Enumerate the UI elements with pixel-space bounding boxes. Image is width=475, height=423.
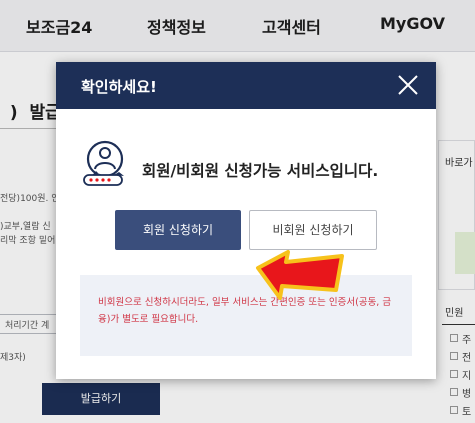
- dialog-title: 확인하세요!: [81, 78, 157, 96]
- guest-apply-button[interactable]: 비회원 신청하기: [249, 210, 377, 250]
- arrow-pointer-icon: [256, 250, 344, 300]
- notice-box: 비회원으로 신청하시더라도, 일부 서비스는 간편인증 또는 인증서(공동, 금…: [80, 275, 412, 356]
- dialog-header: 확인하세요!: [56, 62, 436, 109]
- member-apply-button[interactable]: 회원 신청하기: [115, 210, 241, 250]
- close-button[interactable]: [396, 73, 420, 97]
- dialog-message: 회원/비회원 신청가능 서비스입니다.: [142, 162, 379, 180]
- confirm-dialog: 확인하세요! 회원/비회원 신청가능 서비스입니다. 회원 신청하기 비회원 신…: [56, 62, 436, 379]
- user-search-icon: [83, 140, 124, 186]
- notice-text: 비회원으로 신청하시더라도, 일부 서비스는 간편인증 또는 인증서(공동, 금…: [98, 297, 392, 325]
- close-icon: [398, 75, 418, 95]
